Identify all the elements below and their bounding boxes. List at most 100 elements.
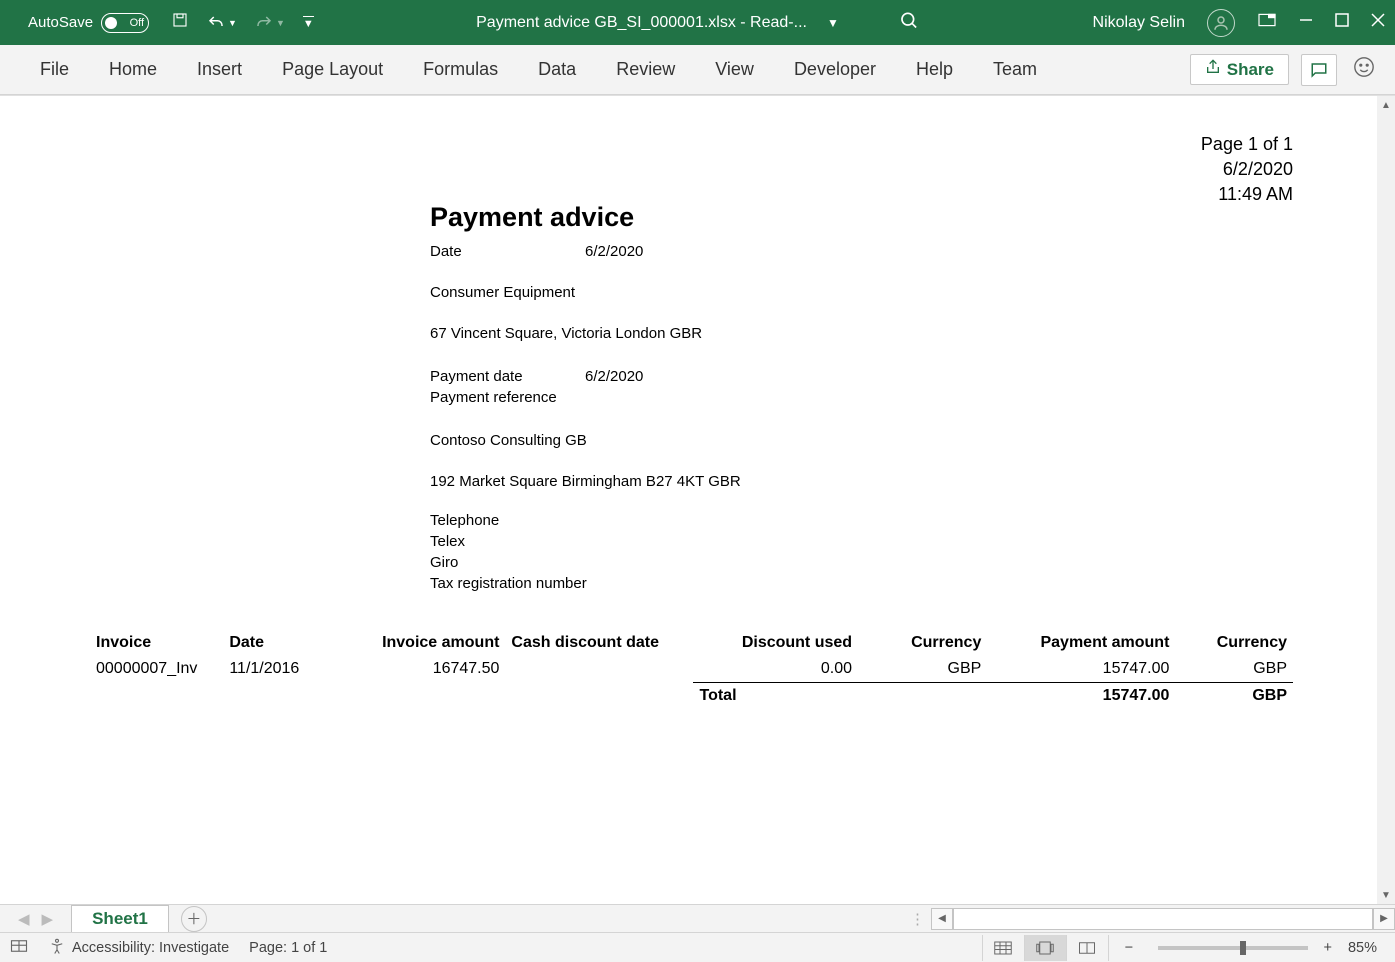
quick-access-toolbar: ▼ ▼ ▼: [171, 11, 314, 34]
payment-date-label: Payment date: [430, 366, 585, 387]
sheet-split-handle[interactable]: ⋮: [910, 910, 931, 928]
ribbon-display-icon[interactable]: [1257, 12, 1277, 33]
titlebar-right: Nikolay Selin: [1093, 9, 1385, 37]
autosave-toggle[interactable]: Off: [101, 13, 149, 33]
tab-formulas[interactable]: Formulas: [403, 59, 518, 80]
sheet-views-icon[interactable]: [10, 939, 28, 957]
zoom-slider[interactable]: [1158, 946, 1308, 950]
accessibility-status[interactable]: Accessibility: Investigate: [48, 937, 229, 959]
company-address: 192 Market Square Birmingham B27 4KT GBR: [430, 473, 1293, 490]
vertical-scrollbar[interactable]: ▲ ▼: [1377, 96, 1395, 904]
tab-data[interactable]: Data: [518, 59, 596, 80]
minimize-icon[interactable]: [1299, 13, 1313, 32]
th-date: Date: [223, 630, 329, 656]
header-date: 6/2/2020: [1201, 157, 1293, 182]
window-title: Payment advice GB_SI_000001.xlsx - Read-…: [476, 10, 919, 35]
giro-label: Giro: [430, 554, 1293, 571]
qat-customize-icon[interactable]: ▼: [303, 16, 314, 30]
tab-developer[interactable]: Developer: [774, 59, 896, 80]
page-indicator: Page 1 of 1: [1201, 132, 1293, 157]
invoice-table: Invoice Date Invoice amount Cash discoun…: [90, 630, 1293, 709]
title-bar: AutoSave Off ▼ ▼ ▼ Payment advice GB_SI_…: [0, 0, 1395, 45]
date-label: Date: [430, 243, 585, 260]
tab-team[interactable]: Team: [973, 59, 1057, 80]
title-dropdown-icon[interactable]: ▼: [827, 16, 839, 30]
hscroll-right-icon[interactable]: ▶: [1373, 908, 1395, 930]
hscroll-track[interactable]: [953, 908, 1373, 930]
autosave-label: AutoSave: [28, 14, 93, 31]
th-currency1: Currency: [858, 630, 987, 656]
ribbon: File Home Insert Page Layout Formulas Da…: [0, 45, 1395, 95]
page-break-view-icon[interactable]: [1066, 935, 1108, 961]
normal-view-icon[interactable]: [982, 935, 1024, 961]
th-payment-amount: Payment amount: [987, 630, 1175, 656]
total-label: Total: [693, 683, 858, 710]
table-total-row: Total 15747.00 GBP: [90, 683, 1293, 710]
zoom-slider-thumb[interactable]: [1240, 941, 1246, 955]
zoom-in-button[interactable]: +: [1316, 940, 1340, 956]
page-status: Page: 1 of 1: [249, 940, 327, 956]
date-value: 6/2/2020: [585, 243, 643, 260]
cell-invoice: 00000007_Inv: [90, 656, 223, 683]
cell-cdd: [505, 656, 693, 683]
comments-icon[interactable]: [1301, 54, 1337, 86]
tab-view[interactable]: View: [695, 59, 774, 80]
tab-review[interactable]: Review: [596, 59, 695, 80]
tab-insert[interactable]: Insert: [177, 59, 262, 80]
search-icon[interactable]: [899, 10, 919, 35]
status-bar: Accessibility: Investigate Page: 1 of 1 …: [0, 932, 1395, 962]
header-time: 11:49 AM: [1201, 182, 1293, 207]
undo-icon[interactable]: ▼: [207, 14, 237, 32]
scroll-up-icon[interactable]: ▲: [1377, 96, 1395, 114]
share-button[interactable]: Share: [1190, 54, 1289, 85]
user-avatar-icon[interactable]: [1207, 9, 1235, 37]
page-layout-view-icon[interactable]: [1024, 935, 1066, 961]
zoom-out-button[interactable]: −: [1108, 935, 1150, 961]
th-invoice: Invoice: [90, 630, 223, 656]
sheet-tab-sheet1[interactable]: Sheet1: [71, 905, 169, 932]
cell-currency2: GBP: [1175, 656, 1293, 683]
consumer-name: Consumer Equipment: [430, 284, 1293, 301]
new-sheet-button[interactable]: ＋: [181, 906, 207, 932]
hscroll-left-icon[interactable]: ◀: [931, 908, 953, 930]
th-currency2: Currency: [1175, 630, 1293, 656]
horizontal-scrollbar[interactable]: ◀ ▶: [931, 908, 1395, 930]
save-icon[interactable]: [171, 11, 189, 34]
username-label: Nikolay Selin: [1093, 14, 1185, 32]
tab-home[interactable]: Home: [89, 59, 177, 80]
document-title: Payment advice: [430, 202, 1293, 233]
document-area[interactable]: Page 1 of 1 6/2/2020 11:49 AM Payment ad…: [0, 95, 1395, 904]
sheet-tab-bar: ◀▶ Sheet1 ＋ ⋮ ◀ ▶: [0, 904, 1395, 932]
consumer-address: 67 Vincent Square, Victoria London GBR: [430, 325, 1293, 342]
payment-date-value: 6/2/2020: [585, 366, 643, 387]
table-header-row: Invoice Date Invoice amount Cash discoun…: [90, 630, 1293, 656]
taxreg-label: Tax registration number: [430, 575, 1293, 592]
share-icon: [1205, 59, 1221, 80]
cell-invoice-amount: 16747.50: [329, 656, 505, 683]
autosave-control[interactable]: AutoSave Off: [28, 13, 149, 33]
telex-label: Telex: [430, 533, 1293, 550]
prev-sheet-icon[interactable]: ◀: [18, 910, 30, 928]
th-cash-discount-date: Cash discount date: [505, 630, 693, 656]
filename-text: Payment advice GB_SI_000001.xlsx - Read-…: [476, 14, 807, 32]
spreadsheet-page: Page 1 of 1 6/2/2020 11:49 AM Payment ad…: [10, 102, 1373, 842]
scroll-down-icon[interactable]: ▼: [1377, 886, 1395, 904]
redo-icon[interactable]: ▼: [255, 14, 285, 32]
table-row: 00000007_Inv 11/1/2016 16747.50 0.00 GBP…: [90, 656, 1293, 683]
telephone-label: Telephone: [430, 512, 1293, 529]
page-header-right: Page 1 of 1 6/2/2020 11:49 AM: [1201, 132, 1293, 208]
tab-help[interactable]: Help: [896, 59, 973, 80]
next-sheet-icon[interactable]: ▶: [42, 910, 54, 928]
smiley-feedback-icon[interactable]: [1353, 56, 1375, 83]
zoom-level[interactable]: 85%: [1340, 940, 1385, 956]
tab-file[interactable]: File: [20, 59, 89, 80]
maximize-icon[interactable]: [1335, 13, 1349, 32]
cell-payment-amount: 15747.00: [987, 656, 1175, 683]
th-invoice-amount: Invoice amount: [329, 630, 505, 656]
company-name: Contoso Consulting GB: [430, 432, 1293, 449]
tab-page-layout[interactable]: Page Layout: [262, 59, 403, 80]
sheet-nav-arrows[interactable]: ◀▶: [0, 910, 71, 928]
total-amount: 15747.00: [987, 683, 1175, 710]
close-icon[interactable]: [1371, 13, 1385, 32]
th-discount-used: Discount used: [693, 630, 858, 656]
